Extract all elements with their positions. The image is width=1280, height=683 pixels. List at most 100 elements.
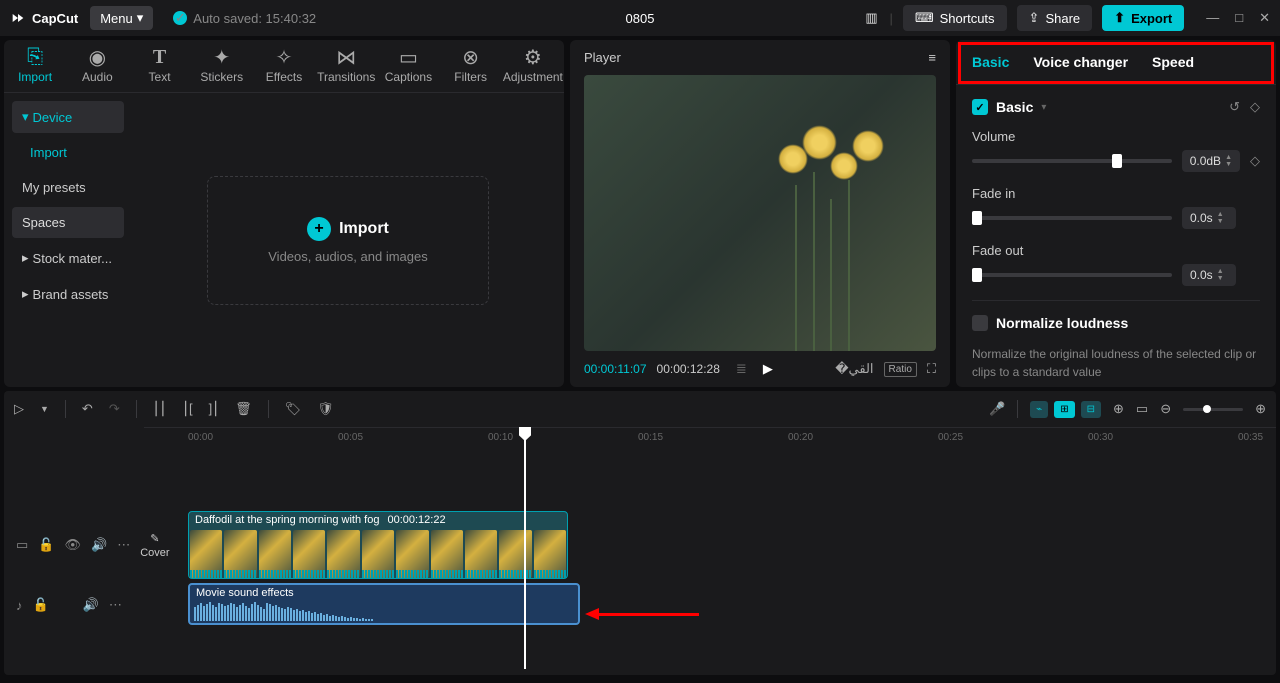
annotation-arrow — [585, 608, 699, 620]
tab-stickers[interactable]: ✦Stickers — [191, 40, 253, 92]
tab-audio[interactable]: ◉Audio — [66, 40, 128, 92]
fadeout-slider[interactable] — [972, 273, 1172, 277]
pointer-tool[interactable]: ▷ — [14, 401, 24, 417]
ratio-button[interactable]: Ratio — [884, 362, 917, 377]
captions-icon: ▭ — [399, 46, 418, 68]
check-icon: ✓ — [173, 11, 187, 25]
filters-icon: ⊗ — [462, 46, 479, 68]
transitions-icon: ⋈ — [336, 46, 356, 68]
shield-button[interactable]: 🛡 — [317, 401, 334, 417]
audio-more-icon[interactable]: ⋯ — [109, 597, 122, 613]
preview-toggle[interactable]: ⊕ — [1113, 401, 1124, 417]
import-subtitle: Videos, audios, and images — [268, 249, 427, 264]
player-title: Player — [584, 50, 621, 65]
current-time: 00:00:11:07 — [584, 362, 647, 376]
normalize-description: Normalize the original loudness of the s… — [972, 345, 1260, 381]
tab-captions[interactable]: ▭Captions — [377, 40, 439, 92]
undo-icon[interactable]: ↺ — [1229, 99, 1240, 115]
volume-value[interactable]: 0.0dB▲▼ — [1182, 150, 1240, 172]
layout-icon[interactable]: ▥ — [863, 10, 879, 26]
maximize-button[interactable]: □ — [1235, 10, 1243, 26]
sidebar-item-brand[interactable]: ▸Brand assets — [12, 278, 124, 310]
track-lock-icon[interactable]: 🔓 — [38, 537, 54, 553]
import-dropzone[interactable]: +Import Videos, audios, and images — [207, 176, 488, 305]
player-menu-icon[interactable]: ≡ — [928, 50, 936, 65]
sidebar-item-spaces[interactable]: Spaces — [12, 207, 124, 238]
split-button[interactable]: ⎮⎮ — [153, 401, 167, 417]
pointer-dropdown[interactable]: ▼ — [40, 404, 49, 414]
total-time: 00:00:12:28 — [657, 362, 720, 376]
marker-button[interactable]: 🏷 — [285, 401, 302, 417]
tab-import[interactable]: ⎘Import — [4, 40, 66, 92]
tab-basic[interactable]: Basic — [972, 54, 1009, 70]
keyframe-icon[interactable]: ◇ — [1250, 99, 1260, 115]
zoom-slider[interactable] — [1183, 408, 1243, 411]
fadeout-value[interactable]: 0.0s▲▼ — [1182, 264, 1236, 286]
sidebar-item-presets[interactable]: My presets — [12, 172, 124, 203]
track-visibility-icon[interactable]: ▭ — [16, 537, 28, 553]
audio-mute-icon[interactable]: 🔊 — [83, 597, 99, 613]
audio-clip[interactable]: Movie sound effects — [188, 583, 580, 625]
tab-speed[interactable]: Speed — [1152, 54, 1194, 70]
list-icon[interactable]: ≣ — [736, 361, 747, 377]
normalize-title: Normalize loudness — [996, 315, 1128, 331]
tab-voice-changer[interactable]: Voice changer — [1033, 54, 1128, 70]
tab-effects[interactable]: ✧Effects — [253, 40, 315, 92]
snap-link[interactable]: ⊟ — [1081, 401, 1101, 418]
video-clip[interactable]: Daffodil at the spring morning with fog … — [188, 511, 568, 579]
player-preview[interactable] — [584, 75, 936, 351]
play-button[interactable]: ▶ — [763, 361, 773, 377]
tab-filters[interactable]: ⊗Filters — [440, 40, 502, 92]
delete-button[interactable]: 🗑 — [235, 401, 252, 417]
snap-magnet[interactable]: ⌁ — [1030, 401, 1048, 418]
zoom-in-button[interactable]: ⊕ — [1255, 401, 1266, 417]
audio-track-icon[interactable]: ♪ — [16, 598, 23, 613]
mic-button[interactable]: 🎤 — [989, 401, 1005, 417]
keyboard-icon: ⌨ — [915, 10, 934, 26]
focus-icon[interactable]: �القي — [835, 361, 873, 377]
shortcuts-button[interactable]: ⌨ Shortcuts — [903, 5, 1007, 31]
tab-transitions[interactable]: ⋈Transitions — [315, 40, 377, 92]
project-title[interactable]: 0805 — [626, 11, 655, 26]
media-sidebar: ▾Device Import My presets Spaces ▸Stock … — [4, 93, 132, 387]
redo-button[interactable]: ↷ — [109, 401, 120, 417]
undo-button[interactable]: ↶ — [82, 401, 93, 417]
media-panel: ⎘Import ◉Audio TText ✦Stickers ✧Effects … — [4, 40, 564, 387]
track-toggle[interactable]: ▭ — [1136, 401, 1148, 417]
timeline-ruler[interactable]: 00:00 00:05 00:10 00:15 00:20 00:25 00:3… — [144, 427, 1276, 451]
menu-button[interactable]: Menu ▾ — [90, 6, 153, 30]
zoom-out-button[interactable]: ⊖ — [1160, 401, 1171, 417]
share-icon: ⇪ — [1029, 10, 1040, 26]
audio-lock-icon[interactable]: 🔓 — [33, 597, 49, 613]
import-icon: ⎘ — [27, 46, 43, 68]
playhead[interactable] — [524, 429, 526, 669]
split-right-button[interactable]: ]⎮ — [209, 401, 219, 417]
clip-duration: 00:00:12:22 — [387, 514, 445, 526]
tab-adjustment[interactable]: ⚙Adjustment — [502, 40, 564, 92]
text-icon: T — [153, 46, 166, 68]
volume-keyframe-icon[interactable]: ◇ — [1250, 153, 1260, 169]
normalize-checkbox[interactable] — [972, 315, 988, 331]
timeline: 00:00 00:05 00:10 00:15 00:20 00:25 00:3… — [4, 427, 1276, 675]
autosave-status: ✓ Auto saved: 15:40:32 — [173, 11, 316, 26]
fullscreen-icon[interactable]: ⛶ — [927, 361, 936, 377]
close-button[interactable]: ✕ — [1259, 10, 1270, 26]
basic-checkbox[interactable]: ✓ — [972, 99, 988, 115]
track-mute-icon[interactable]: 🔊 — [91, 537, 107, 553]
tab-text[interactable]: TText — [128, 40, 190, 92]
audio-track: ♪ 🔓 🔊 ⋯ Movie sound effects — [4, 581, 1276, 629]
track-more-icon[interactable]: ⋯ — [117, 537, 130, 553]
track-eye-icon[interactable]: 👁 — [64, 537, 81, 553]
sidebar-item-import[interactable]: Import — [12, 137, 124, 168]
volume-slider[interactable] — [972, 159, 1172, 163]
sidebar-item-device[interactable]: ▾Device — [12, 101, 124, 133]
fadein-value[interactable]: 0.0s▲▼ — [1182, 207, 1236, 229]
share-button[interactable]: ⇪ Share — [1017, 5, 1093, 31]
sidebar-item-stock[interactable]: ▸Stock mater... — [12, 242, 124, 274]
fadein-slider[interactable] — [972, 216, 1172, 220]
caret-right-icon: ▸ — [22, 286, 29, 302]
snap-align[interactable]: ⊞ — [1054, 401, 1074, 418]
export-button[interactable]: ⬆ Export — [1102, 5, 1184, 31]
minimize-button[interactable]: — — [1206, 10, 1219, 26]
split-left-button[interactable]: ⎮[ — [182, 401, 192, 417]
